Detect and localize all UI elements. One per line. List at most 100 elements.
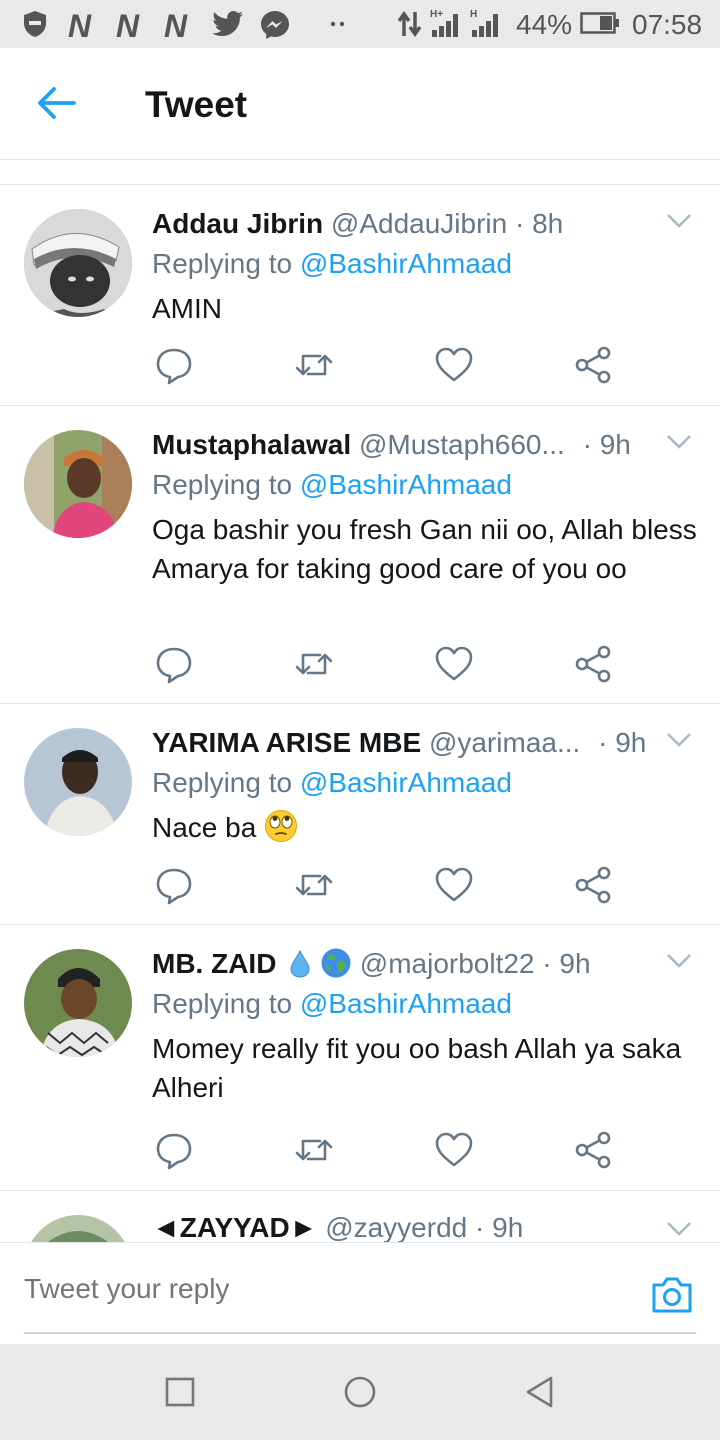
retweet-icon[interactable] (294, 1130, 334, 1170)
avatar[interactable] (24, 949, 132, 1057)
avatar[interactable] (24, 728, 132, 836)
battery-icon (580, 12, 619, 34)
replying-to: Replying to @BashirAhmaad (152, 468, 512, 502)
timestamp: 8h (532, 208, 564, 239)
recent-apps-icon[interactable] (162, 1374, 198, 1410)
page-title: Tweet (145, 84, 248, 125)
tweet-text: Momey really fit you oo bash Allah ya sa… (152, 1033, 682, 1103)
chevron-down-icon[interactable] (666, 434, 692, 450)
replying-to: Replying to @BashirAhmaad (152, 766, 512, 800)
display-name[interactable]: ◄ZAYYAD► (152, 1212, 317, 1243)
replying-prefix: Replying to (152, 469, 300, 500)
app-header: Tweet (0, 48, 720, 160)
system-nav-bar (0, 1344, 720, 1440)
like-icon[interactable] (434, 644, 474, 684)
tweet-header: ◄ZAYYAD► @zayyerdd · 9h (152, 1211, 650, 1243)
reply-composer (0, 1242, 720, 1345)
replying-to: Replying to @BashirAhmaad (152, 987, 512, 1021)
share-icon[interactable] (574, 865, 614, 905)
avatar[interactable] (24, 430, 132, 538)
back-triangle-icon[interactable] (522, 1374, 558, 1410)
retweet-icon[interactable] (294, 345, 334, 385)
replying-prefix: Replying to (152, 988, 300, 1019)
tweet-text-content: Nace ba (152, 812, 257, 843)
svg-text:H: H (470, 9, 477, 20)
avatar[interactable] (24, 1215, 132, 1243)
twitter-icon (212, 11, 243, 36)
tweet-header: Addau Jibrin @AddauJibrin · 8h (152, 207, 650, 241)
replying-prefix: Replying to (152, 248, 300, 279)
display-name[interactable]: Addau Jibrin (152, 208, 323, 239)
chevron-down-icon[interactable] (666, 732, 692, 748)
tweet-item[interactable]: ◄ZAYYAD► @zayyerdd · 9h (0, 1191, 720, 1243)
replying-prefix: Replying to (152, 767, 300, 798)
display-name[interactable]: YARIMA ARISE MBE (152, 727, 421, 758)
svg-text:H+: H+ (430, 9, 443, 20)
display-name[interactable]: Mustaphalawal (152, 429, 351, 460)
tweet-actions (152, 1130, 622, 1170)
timestamp: 9h (615, 727, 647, 758)
reply-icon[interactable] (154, 1130, 194, 1170)
tweet-actions (152, 865, 622, 905)
chevron-down-icon[interactable] (666, 213, 692, 229)
droplet-emoji-icon (290, 949, 310, 978)
username[interactable]: @majorbolt22 (360, 948, 535, 979)
avatar-image (24, 209, 132, 317)
tweet-item[interactable]: Addau Jibrin @AddauJibrin · 8h Replying … (0, 185, 720, 406)
messenger-icon (261, 11, 289, 39)
tweet-text: Nace ba (152, 808, 704, 847)
signal-h-plus-icon: H+ (430, 9, 458, 37)
clock: 07:58 (632, 9, 703, 40)
home-icon[interactable] (342, 1374, 378, 1410)
like-icon[interactable] (434, 865, 474, 905)
notification-letter: N (68, 8, 92, 44)
username[interactable]: @zayyerdd (325, 1212, 467, 1243)
timestamp: 9h (559, 948, 591, 979)
tweet-header: YARIMA ARISE MBE @yarimaa... · 9h (152, 726, 650, 760)
mention-link[interactable]: @BashirAhmaad (300, 248, 512, 279)
username[interactable]: @Mustaph660... (359, 429, 565, 460)
data-arrows-icon (398, 10, 422, 38)
tweet-text: Oga bashir you fresh Gan nii oo, Allah b… (152, 514, 697, 584)
globe-emoji-icon (321, 948, 351, 978)
retweet-icon[interactable] (294, 644, 334, 684)
timestamp: 9h (599, 429, 631, 460)
separator-dot: · (515, 208, 525, 239)
tweet-text: AMIN (152, 293, 222, 324)
like-icon[interactable] (434, 1130, 474, 1170)
share-icon[interactable] (574, 345, 614, 385)
share-icon[interactable] (574, 644, 614, 684)
camera-icon[interactable] (650, 1275, 694, 1315)
shield-icon (24, 11, 46, 37)
reply-icon[interactable] (154, 644, 194, 684)
chevron-down-icon[interactable] (666, 1221, 692, 1237)
avatar-image (24, 430, 132, 538)
chevron-down-icon[interactable] (666, 953, 692, 969)
mention-link[interactable]: @BashirAhmaad (300, 767, 512, 798)
separator-dot: · (582, 429, 592, 460)
reply-input[interactable] (24, 1273, 624, 1305)
tweet-item[interactable]: MB. ZAID @majorbolt22 · 9h Replying to @… (0, 925, 720, 1191)
tweet-item[interactable]: YARIMA ARISE MBE @yarimaa... · 9h Replyi… (0, 704, 720, 925)
tweet-actions (152, 644, 622, 684)
notification-letter: N (164, 8, 188, 44)
timestamp: 9h (492, 1212, 524, 1243)
reply-icon[interactable] (154, 865, 194, 905)
avatar[interactable] (24, 209, 132, 317)
reply-icon[interactable] (154, 345, 194, 385)
tweet-item[interactable]: Mustaphalawal @Mustaph660... · 9h Replyi… (0, 406, 720, 704)
mention-link[interactable]: @BashirAhmaad (300, 469, 512, 500)
back-arrow-icon[interactable] (36, 86, 76, 120)
mention-link[interactable]: @BashirAhmaad (300, 988, 512, 1019)
input-underline (24, 1332, 696, 1334)
username[interactable]: @AddauJibrin (331, 208, 507, 239)
status-bar: N N N H+ H 44% 07:58 (0, 0, 720, 48)
tweet-actions (152, 345, 622, 385)
like-icon[interactable] (434, 345, 474, 385)
username[interactable]: @yarimaa... (429, 727, 580, 758)
separator-dot: · (475, 1212, 485, 1243)
separator-dot: · (598, 727, 608, 758)
display-name[interactable]: MB. ZAID (152, 948, 276, 979)
share-icon[interactable] (574, 1130, 614, 1170)
retweet-icon[interactable] (294, 865, 334, 905)
